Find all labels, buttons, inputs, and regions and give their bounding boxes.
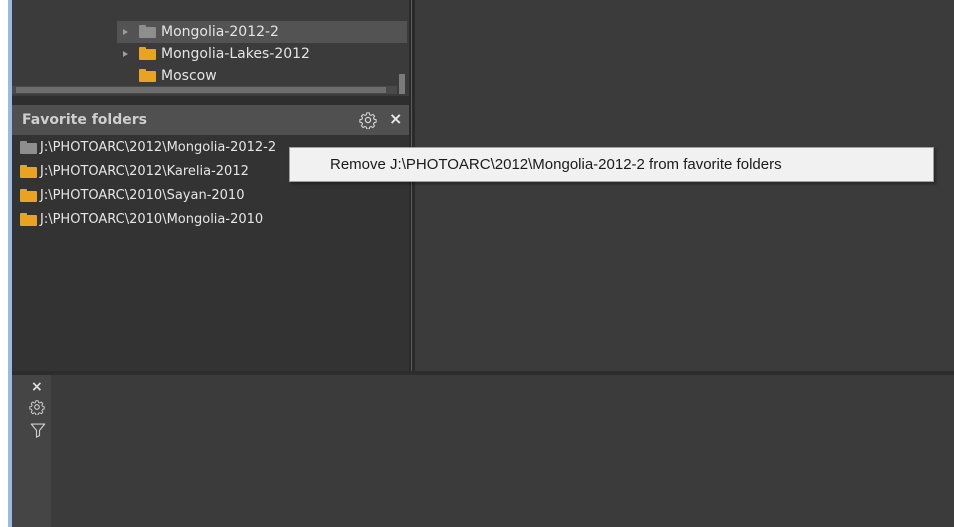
folder-tree-panel: Mongolia-2012-2 Mongolia-Lakes-2012 Mosc… [12, 0, 409, 96]
tree-item[interactable]: Moscow [117, 65, 407, 87]
tree-item[interactable]: Mongolia-2012-2 [117, 21, 407, 43]
gear-icon[interactable] [359, 111, 377, 129]
scrollbar-thumb[interactable] [16, 87, 386, 93]
bottom-panel [12, 375, 954, 527]
favorite-item-path: J:\PHOTOARC\2012\Karelia-2012 [40, 164, 249, 179]
tree-item-label: Mongolia-Lakes-2012 [161, 46, 310, 62]
app-window: Mongolia-2012-2 Mongolia-Lakes-2012 Mosc… [0, 0, 954, 527]
panel-title: Favorite folders [22, 112, 147, 128]
panel-header: Favorite folders × [12, 105, 409, 135]
favorite-item-path: J:\PHOTOARC\2010\Sayan-2010 [40, 188, 245, 203]
favorite-item[interactable]: J:\PHOTOARC\2010\Mongolia-2010 [12, 210, 409, 230]
splitter-line [411, 0, 412, 371]
tree-row-partial [188, 0, 228, 7]
favorite-item[interactable]: J:\PHOTOARC\2010\Sayan-2010 [12, 186, 409, 206]
close-icon[interactable]: × [389, 109, 402, 129]
favorite-item-path: J:\PHOTOARC\2012\Mongolia-2012-2 [40, 140, 277, 155]
folder-icon [139, 47, 156, 60]
content-area [415, 0, 954, 371]
tree-item-label: Moscow [161, 68, 217, 84]
remove-favorite-menu-item[interactable]: Remove J:\PHOTOARC\2012\Mongolia-2012-2 … [330, 148, 782, 181]
favorite-item-path: J:\PHOTOARC\2010\Mongolia-2010 [40, 212, 264, 227]
close-icon[interactable]: × [31, 379, 43, 395]
panel-splitter[interactable] [12, 96, 409, 105]
folder-icon [20, 141, 37, 154]
window-edge [0, 0, 8, 527]
folder-icon [20, 213, 37, 226]
expand-arrow-icon[interactable] [123, 29, 128, 35]
tree-item[interactable]: Mongolia-Lakes-2012 [117, 43, 407, 65]
vertical-scrollbar-thumb[interactable] [399, 74, 405, 94]
bottom-panel-toolbar: × [12, 375, 51, 527]
gear-icon[interactable] [29, 399, 45, 415]
folder-icon [20, 189, 37, 202]
favorite-folders-panel: Favorite folders × J:\PHOTOARC\2012\Mong… [12, 105, 409, 371]
expand-arrow-icon[interactable] [123, 51, 128, 57]
horizontal-scrollbar[interactable] [12, 86, 397, 94]
context-menu-popup: Remove J:\PHOTOARC\2012\Mongolia-2012-2 … [289, 147, 934, 182]
folder-icon [20, 165, 37, 178]
filter-icon[interactable] [29, 421, 47, 439]
folder-icon [139, 25, 156, 38]
tree-item-label: Mongolia-2012-2 [161, 24, 279, 40]
folder-icon [139, 69, 156, 82]
